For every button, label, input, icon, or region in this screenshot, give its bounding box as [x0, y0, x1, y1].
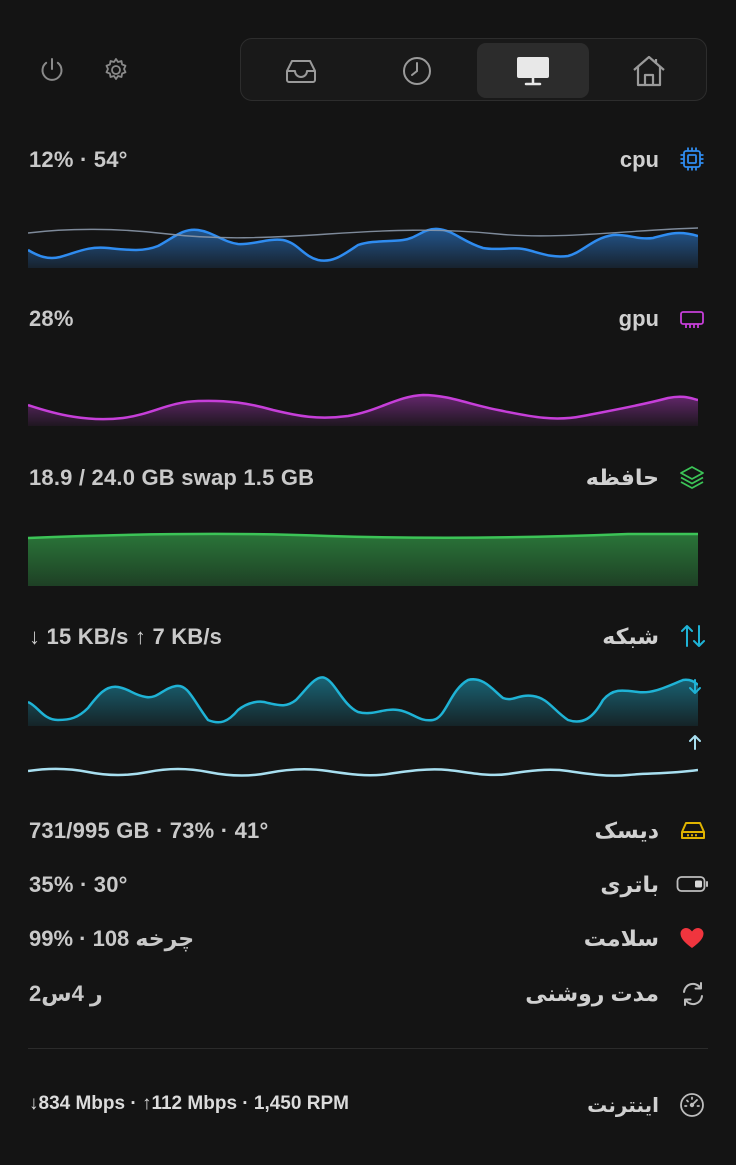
memory-label: حافظه — [585, 465, 659, 490]
battery-value: 35% · 30° — [29, 872, 128, 897]
uptime-label: مدت روشنی — [525, 981, 659, 1006]
network-value: ↓ 15 KB/s ↑ 7 KB/s — [29, 624, 223, 649]
clock-icon — [401, 55, 433, 87]
health-label: سلامت — [583, 926, 659, 951]
memory-graph — [28, 532, 698, 586]
battery-label: باتری — [600, 872, 659, 897]
home-icon — [631, 54, 667, 88]
disk-drive-icon — [679, 817, 705, 843]
gear-icon[interactable] — [102, 56, 130, 84]
arrows-up-down-icon — [679, 623, 705, 649]
home-tab[interactable] — [593, 43, 705, 98]
inbox-tab[interactable] — [245, 43, 357, 98]
layers-icon — [679, 464, 705, 490]
disk-value: 731/995 GB · 73% · 41° — [29, 818, 269, 843]
internet-label: اینترنت — [587, 1095, 659, 1117]
memory-value: 18.9 / 24.0 GB swap 1.5 GB — [29, 465, 315, 490]
system-tab[interactable] — [477, 43, 589, 98]
speedometer-icon — [679, 1092, 705, 1118]
internet-speed-value: ↓834 Mbps · ↑112 Mbps · 1,450 RPM — [29, 1093, 349, 1114]
divider — [28, 1048, 708, 1049]
network-download-graph — [28, 676, 698, 726]
download-arrow-icon — [687, 678, 703, 696]
battery-icon — [676, 874, 710, 894]
upload-arrow-icon — [687, 733, 703, 751]
history-tab[interactable] — [361, 43, 473, 98]
refresh-icon — [679, 980, 705, 1006]
cpu-graph — [28, 227, 698, 268]
cpu-chip-icon — [679, 146, 705, 172]
gpu-value: 28% — [29, 306, 74, 331]
cpu-label: cpu — [619, 147, 659, 172]
gpu-label: gpu — [618, 306, 659, 331]
monitor-icon — [515, 55, 551, 87]
network-upload-graph — [28, 767, 698, 777]
cpu-value: 12% · 54° — [29, 147, 128, 172]
tab-bar — [240, 38, 707, 101]
power-icon[interactable] — [38, 56, 66, 84]
disk-label: دیسک — [594, 818, 659, 843]
gpu-card-icon — [679, 305, 705, 331]
gpu-graph — [28, 393, 698, 426]
health-value: 99% · 108 چرخه — [29, 926, 195, 951]
heart-icon — [679, 926, 705, 952]
inbox-tray-icon — [283, 56, 319, 86]
network-label: شبکه — [602, 624, 659, 649]
uptime-value: 2ر 4س — [29, 981, 103, 1006]
